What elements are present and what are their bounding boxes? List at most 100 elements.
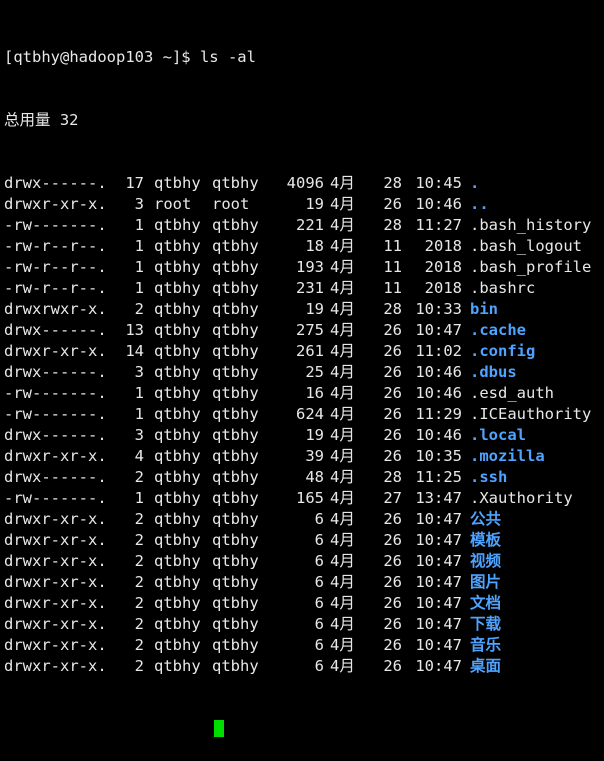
entry-perms: drwxrwxr-x. — [4, 300, 107, 318]
entry-time: 10:47 — [415, 510, 462, 528]
entry-day: 11 — [383, 279, 402, 297]
entry-size: 6 — [314, 594, 324, 612]
entry-perms: drwxr-xr-x. — [4, 636, 107, 654]
entry-time: 10:46 — [415, 195, 462, 213]
entry-owner: qtbhy — [154, 594, 201, 612]
file-listing: drwx------. 17 qtbhy qtbhy 4096 4月 28 10:45. drw… — [4, 173, 602, 677]
listing-row: drwxr-xr-x. 2 qtbhy qtbhy 6 4月 26 10:47 下载 — [4, 614, 602, 635]
entry-month: 4月 — [330, 363, 355, 381]
entry-time: 11:02 — [415, 342, 462, 360]
entry-name: .bash_history — [470, 216, 592, 234]
entry-day: 26 — [383, 426, 402, 444]
terminal-window[interactable]: [qtbhy@hadoop103 ~]$ ls -al 总用量 32 drwx-… — [4, 5, 602, 761]
entry-name: 下载 — [470, 615, 502, 633]
entry-perms: -rw-r--r--. — [4, 237, 107, 255]
entry-group: qtbhy — [212, 531, 259, 549]
entry-day: 26 — [383, 384, 402, 402]
entry-perms: drwxr-xr-x. — [4, 594, 107, 612]
entry-month: 4月 — [330, 447, 355, 465]
entry-owner: qtbhy — [154, 405, 201, 423]
listing-row: drwxr-xr-x. 3 root root 19 4月 26 10:46.. — [4, 194, 602, 215]
entry-group: qtbhy — [212, 321, 259, 339]
entry-links: 4 — [134, 447, 144, 465]
entry-links: 1 — [134, 216, 144, 234]
entry-perms: drwx------. — [4, 426, 107, 444]
entry-group: qtbhy — [212, 174, 259, 192]
entry-month: 4月 — [330, 594, 355, 612]
listing-row: drwx------. 13 qtbhy qtbhy 275 4月 26 10:47 .cach… — [4, 320, 602, 341]
entry-name: 公共 — [470, 510, 502, 528]
entry-day: 26 — [383, 195, 402, 213]
entry-perms: drwxr-xr-x. — [4, 447, 107, 465]
listing-row: drwxr-xr-x. 2 qtbhy qtbhy 6 4月 26 10:47 视频 — [4, 551, 602, 572]
entry-size: 6 — [314, 615, 324, 633]
entry-name: .. — [470, 195, 489, 213]
entry-day: 11 — [383, 237, 402, 255]
entry-owner: qtbhy — [154, 174, 201, 192]
entry-name: .bash_profile — [470, 258, 592, 276]
entry-group: qtbhy — [212, 615, 259, 633]
entry-owner: qtbhy — [154, 447, 201, 465]
entry-perms: drwxr-xr-x. — [4, 531, 107, 549]
next-prompt-line[interactable] — [4, 719, 602, 740]
entry-group: qtbhy — [212, 594, 259, 612]
entry-name: .dbus — [470, 363, 517, 381]
entry-name: .ssh — [470, 468, 508, 486]
command-line: [qtbhy@hadoop103 ~]$ ls -al — [4, 47, 602, 68]
entry-group: qtbhy — [212, 363, 259, 381]
entry-name: 模板 — [470, 531, 502, 549]
entry-month: 4月 — [330, 342, 355, 360]
entry-time: 11:29 — [415, 405, 462, 423]
entry-owner: qtbhy — [154, 615, 201, 633]
entry-time: 10:47 — [415, 573, 462, 591]
entry-links: 1 — [134, 258, 144, 276]
entry-month: 4月 — [330, 237, 355, 255]
entry-perms: drwxr-xr-x. — [4, 657, 107, 675]
entry-name: .Xauthority — [470, 489, 573, 507]
entry-perms: drwx------. — [4, 174, 107, 192]
entry-perms: -rw-------. — [4, 216, 107, 234]
listing-row: drwxr-xr-x. 2 qtbhy qtbhy 6 4月 26 10:47 音乐 — [4, 635, 602, 656]
entry-size: 261 — [296, 342, 324, 360]
entry-group: qtbhy — [212, 657, 259, 675]
entry-day: 26 — [383, 657, 402, 675]
entry-owner: qtbhy — [154, 636, 201, 654]
entry-owner: qtbhy — [154, 321, 201, 339]
listing-row: drwxr-xr-x. 2 qtbhy qtbhy 6 4月 26 10:47 模板 — [4, 530, 602, 551]
entry-day: 26 — [383, 531, 402, 549]
entry-group: qtbhy — [212, 468, 259, 486]
entry-owner: qtbhy — [154, 531, 201, 549]
entry-time: 11:27 — [415, 216, 462, 234]
entry-day: 26 — [383, 594, 402, 612]
entry-month: 4月 — [330, 426, 355, 444]
entry-day: 26 — [383, 552, 402, 570]
entry-name: .bashrc — [470, 279, 536, 297]
entry-owner: qtbhy — [154, 363, 201, 381]
entry-group: qtbhy — [212, 384, 259, 402]
entry-month: 4月 — [330, 300, 355, 318]
entry-day: 26 — [383, 510, 402, 528]
entry-owner: root — [154, 195, 192, 213]
listing-row: -rw-------. 1 qtbhy qtbhy 624 4月 26 11:29 .ICEau… — [4, 404, 602, 425]
entry-size: 624 — [296, 405, 324, 423]
entry-owner: qtbhy — [154, 279, 201, 297]
listing-row: drwx------. 17 qtbhy qtbhy 4096 4月 28 10:45. — [4, 173, 602, 194]
entry-links: 14 — [125, 342, 144, 360]
entry-group: qtbhy — [212, 237, 259, 255]
entry-links: 3 — [134, 363, 144, 381]
entry-group: qtbhy — [212, 300, 259, 318]
entry-size: 25 — [305, 363, 324, 381]
entry-time: 10:35 — [415, 447, 462, 465]
entry-month: 4月 — [330, 405, 355, 423]
command-text: ls -al — [199, 48, 256, 66]
entry-time: 10:46 — [415, 384, 462, 402]
entry-group: qtbhy — [212, 447, 259, 465]
entry-group: qtbhy — [212, 489, 259, 507]
entry-time: 10:47 — [415, 321, 462, 339]
entry-owner: qtbhy — [154, 510, 201, 528]
entry-month: 4月 — [330, 615, 355, 633]
entry-time: 10:46 — [415, 426, 462, 444]
entry-month: 4月 — [330, 531, 355, 549]
entry-owner: qtbhy — [154, 258, 201, 276]
entry-links: 2 — [134, 657, 144, 675]
